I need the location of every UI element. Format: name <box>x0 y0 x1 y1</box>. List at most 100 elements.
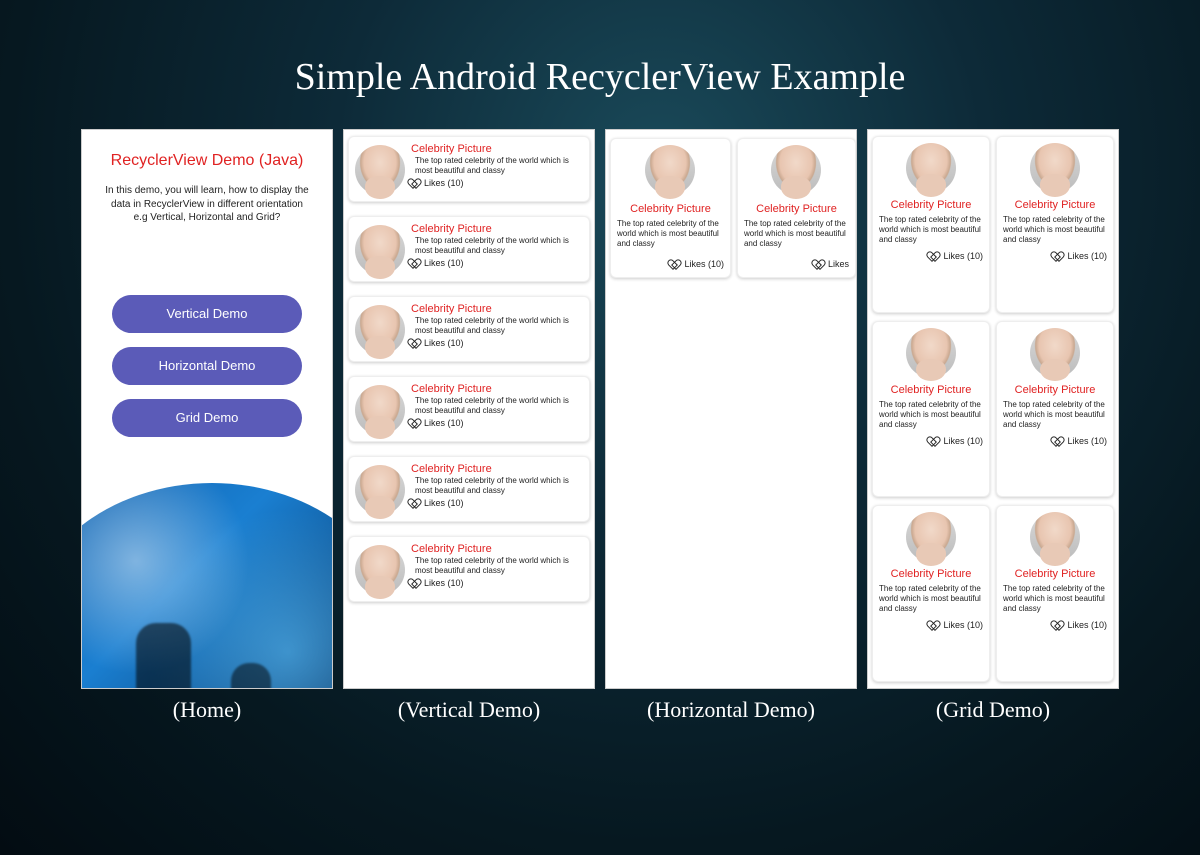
screens-row: RecyclerView Demo (Java) In this demo, y… <box>0 129 1200 723</box>
home-caption: (Home) <box>173 697 241 723</box>
avatar <box>771 145 821 195</box>
home-screen-title: RecyclerView Demo (Java) <box>82 152 332 170</box>
card-description: The top rated celebrity of the world whi… <box>1003 400 1107 430</box>
list-item[interactable]: Celebrity Picture The top rated celebrit… <box>872 321 990 498</box>
card-description: The top rated celebrity of the world whi… <box>415 556 583 576</box>
avatar <box>906 328 956 378</box>
likes[interactable]: Likes (10) <box>1054 620 1107 630</box>
grid-caption: (Grid Demo) <box>936 697 1050 723</box>
list-item[interactable]: Celebrity Picture The top rated celebrit… <box>737 138 856 278</box>
grid-column: Celebrity Picture The top rated celebrit… <box>867 129 1119 723</box>
heart-icon <box>411 178 421 188</box>
list-item[interactable]: Celebrity Picture The top rated celebrit… <box>348 296 590 362</box>
card-description: The top rated celebrity of the world whi… <box>415 476 583 496</box>
horizontal-demo-button[interactable]: Horizontal Demo <box>112 347 302 385</box>
likes[interactable]: Likes (10) <box>411 338 583 348</box>
likes[interactable]: Likes (10) <box>411 178 583 188</box>
heart-icon <box>411 578 421 588</box>
card-description: The top rated celebrity of the world whi… <box>415 236 583 256</box>
card-description: The top rated celebrity of the world whi… <box>744 219 849 249</box>
card-title: Celebrity Picture <box>411 543 583 555</box>
vertical-demo-button[interactable]: Vertical Demo <box>112 295 302 333</box>
likes[interactable]: Likes <box>815 259 849 269</box>
card-description: The top rated celebrity of the world whi… <box>1003 584 1107 614</box>
likes[interactable]: Likes (10) <box>411 578 583 588</box>
card-description: The top rated celebrity of the world whi… <box>415 396 583 416</box>
card-description: The top rated celebrity of the world whi… <box>879 584 983 614</box>
heart-icon <box>671 259 681 269</box>
card-title: Celebrity Picture <box>411 143 583 155</box>
heart-icon <box>411 498 421 508</box>
card-title: Celebrity Picture <box>891 199 972 211</box>
list-item[interactable]: Celebrity Picture The top rated celebrit… <box>996 136 1114 313</box>
avatar <box>355 145 405 195</box>
avatar <box>1030 328 1080 378</box>
avatar <box>1030 512 1080 562</box>
list-item[interactable]: Celebrity Picture The top rated celebrit… <box>348 536 590 602</box>
avatar <box>906 512 956 562</box>
list-item[interactable]: Celebrity Picture The top rated celebrit… <box>996 505 1114 682</box>
likes[interactable]: Likes (10) <box>671 259 724 269</box>
avatar <box>645 145 695 195</box>
list-item[interactable]: Celebrity Picture The top rated celebrit… <box>872 136 990 313</box>
likes[interactable]: Likes (10) <box>1054 251 1107 261</box>
list-item[interactable]: Celebrity Picture The top rated celebrit… <box>348 376 590 442</box>
card-description: The top rated celebrity of the world whi… <box>415 156 583 176</box>
home-screen: RecyclerView Demo (Java) In this demo, y… <box>81 129 333 689</box>
vertical-screen: Celebrity Picture The top rated celebrit… <box>343 129 595 689</box>
heart-icon <box>1054 620 1064 630</box>
horizontal-caption: (Horizontal Demo) <box>647 697 815 723</box>
card-title: Celebrity Picture <box>1015 199 1096 211</box>
card-description: The top rated celebrity of the world whi… <box>415 316 583 336</box>
avatar <box>355 545 405 595</box>
card-title: Celebrity Picture <box>891 568 972 580</box>
likes[interactable]: Likes (10) <box>930 436 983 446</box>
likes[interactable]: Likes (10) <box>1054 436 1107 446</box>
list-item[interactable]: Celebrity Picture The top rated celebrit… <box>996 321 1114 498</box>
list-item[interactable]: Celebrity Picture The top rated celebrit… <box>610 138 731 278</box>
list-item[interactable]: Celebrity Picture The top rated celebrit… <box>348 456 590 522</box>
card-title: Celebrity Picture <box>1015 384 1096 396</box>
heart-icon <box>411 258 421 268</box>
heart-icon <box>1054 436 1064 446</box>
avatar <box>355 385 405 435</box>
likes[interactable]: Likes (10) <box>411 258 583 268</box>
card-title: Celebrity Picture <box>891 384 972 396</box>
vertical-column: Celebrity Picture The top rated celebrit… <box>343 129 595 723</box>
card-title: Celebrity Picture <box>411 223 583 235</box>
heart-icon <box>930 251 940 261</box>
card-title: Celebrity Picture <box>1015 568 1096 580</box>
card-description: The top rated celebrity of the world whi… <box>617 219 724 249</box>
heart-icon <box>815 259 825 269</box>
grid-demo-button[interactable]: Grid Demo <box>112 399 302 437</box>
heart-icon <box>930 436 940 446</box>
likes[interactable]: Likes (10) <box>930 251 983 261</box>
heart-icon <box>411 418 421 428</box>
list-item[interactable]: Celebrity Picture The top rated celebrit… <box>348 216 590 282</box>
card-description: The top rated celebrity of the world whi… <box>879 215 983 245</box>
likes[interactable]: Likes (10) <box>930 620 983 630</box>
avatar <box>355 225 405 275</box>
home-screen-description: In this demo, you will learn, how to dis… <box>82 170 332 225</box>
card-description: The top rated celebrity of the world whi… <box>1003 215 1107 245</box>
likes[interactable]: Likes (10) <box>411 418 583 428</box>
horizontal-screen: Celebrity Picture The top rated celebrit… <box>605 129 857 689</box>
list-item[interactable]: Celebrity Picture The top rated celebrit… <box>872 505 990 682</box>
list-item[interactable]: Celebrity Picture The top rated celebrit… <box>348 136 590 202</box>
avatar <box>355 305 405 355</box>
avatar <box>1030 143 1080 193</box>
card-title: Celebrity Picture <box>630 203 711 215</box>
home-hero-image <box>81 483 333 689</box>
avatar <box>355 465 405 515</box>
card-title: Celebrity Picture <box>756 203 837 215</box>
heart-icon <box>930 620 940 630</box>
likes[interactable]: Likes (10) <box>411 498 583 508</box>
avatar <box>906 143 956 193</box>
card-title: Celebrity Picture <box>411 383 583 395</box>
card-title: Celebrity Picture <box>411 303 583 315</box>
heart-icon <box>411 338 421 348</box>
heart-icon <box>1054 251 1064 261</box>
home-column: RecyclerView Demo (Java) In this demo, y… <box>81 129 333 723</box>
vertical-caption: (Vertical Demo) <box>398 697 540 723</box>
card-description: The top rated celebrity of the world whi… <box>879 400 983 430</box>
